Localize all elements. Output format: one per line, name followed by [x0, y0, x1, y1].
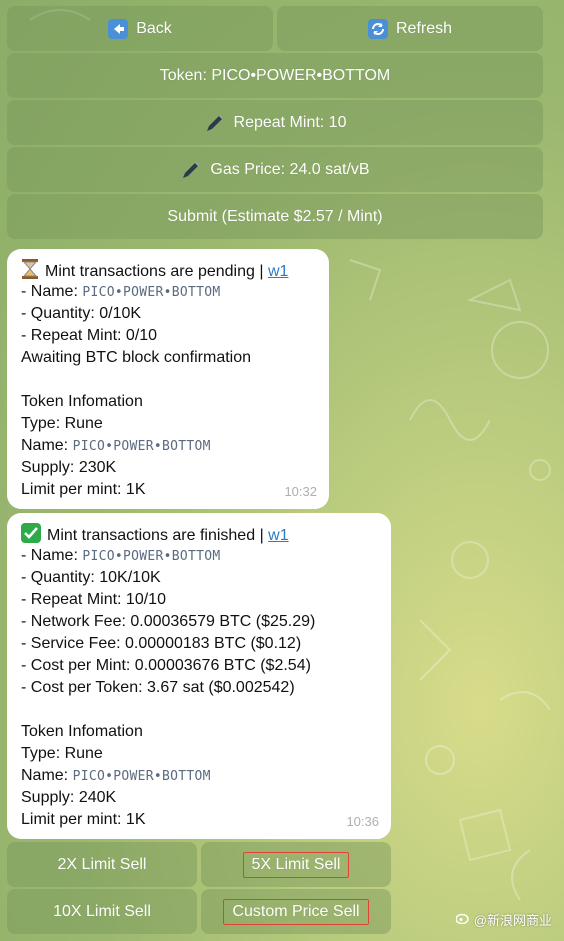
quantity-row: - Quantity: 0/10K [21, 305, 142, 322]
sell-10x-label: 10X Limit Sell [53, 902, 151, 920]
gas-price-button[interactable]: Gas Price: 24.0 sat/vB [7, 147, 543, 192]
token-name-code[interactable]: PICO•POWER•BOTTOM [82, 285, 220, 300]
sell-2x-button[interactable]: 2X Limit Sell [7, 842, 197, 887]
submit-label: Submit (Estimate $2.57 / Mint) [167, 207, 383, 225]
refresh-icon [367, 18, 388, 39]
watermark: @新浪网商业 [455, 910, 552, 929]
supply-row: Supply: 240K [21, 789, 117, 806]
weibo-logo-icon [455, 912, 470, 927]
info-header: Token Infomation [21, 723, 143, 740]
watermark-text: @新浪网商业 [473, 913, 552, 928]
limit-row: Limit per mint: 1K [21, 481, 146, 498]
token-name-code[interactable]: PICO•POWER•BOTTOM [73, 769, 211, 784]
back-label: Back [136, 19, 172, 37]
info-name-row: Name: PICO•POWER•BOTTOM [21, 767, 211, 784]
custom-price-sell-label: Custom Price Sell [223, 898, 369, 925]
info-header: Token Infomation [21, 393, 143, 410]
wallet-link[interactable]: w1 [268, 527, 288, 544]
wallet-link[interactable]: w1 [268, 263, 288, 280]
network-fee-row: - Network Fee: 0.00036579 BTC ($25.29) [21, 613, 316, 630]
quantity-row: - Quantity: 10K/10K [21, 569, 161, 586]
name-row: - Name: PICO•POWER•BOTTOM [21, 547, 221, 564]
back-button[interactable]: Back [7, 6, 273, 51]
sell-5x-button[interactable]: 5X Limit Sell [201, 842, 391, 887]
blank-row [21, 369, 315, 391]
supply-row: Supply: 230K [21, 459, 117, 476]
submit-button[interactable]: Submit (Estimate $2.57 / Mint) [7, 194, 543, 239]
pen-icon [204, 112, 226, 134]
token-name-code[interactable]: PICO•POWER•BOTTOM [82, 549, 220, 564]
refresh-button[interactable]: Refresh [277, 6, 543, 51]
cost-per-mint-row: - Cost per Mint: 0.00003676 BTC ($2.54) [21, 657, 311, 674]
pen-icon [180, 159, 202, 181]
sell-5x-label: 5X Limit Sell [242, 851, 350, 878]
cost-per-token-row: - Cost per Token: 3.67 sat ($0.002542) [21, 679, 295, 696]
back-arrow-icon [108, 18, 129, 39]
token-name-code[interactable]: PICO•POWER•BOTTOM [73, 439, 211, 454]
message-title: Mint transactions are pending | w1 [21, 259, 315, 281]
gas-price-label: Gas Price: 24.0 sat/vB [210, 160, 370, 178]
service-fee-row: - Service Fee: 0.00000183 BTC ($0.12) [21, 635, 302, 652]
refresh-label: Refresh [395, 19, 453, 37]
message-finished: Mint transactions are finished | w1 - Na… [7, 513, 391, 839]
repeat-mint-button[interactable]: Repeat Mint: 10 [7, 100, 543, 145]
sell-2x-label: 2X Limit Sell [57, 855, 147, 873]
name-row: - Name: PICO•POWER•BOTTOM [21, 283, 221, 300]
message-timestamp: 10:32 [284, 484, 317, 499]
info-name-row: Name: PICO•POWER•BOTTOM [21, 437, 211, 454]
message-pending: Mint transactions are pending | w1 - Nam… [7, 249, 329, 509]
repeat-mint-label: Repeat Mint: 10 [233, 113, 347, 131]
token-label: Token: PICO•POWER•BOTTOM [159, 66, 391, 84]
message-timestamp: 10:36 [346, 814, 379, 829]
repeat-mint-row: - Repeat Mint: 10/10 [21, 591, 166, 608]
status-row: Awaiting BTC block confirmation [21, 349, 252, 366]
type-row: Type: Rune [21, 745, 103, 762]
type-row: Type: Rune [21, 415, 103, 432]
blank-row [21, 699, 377, 721]
token-button[interactable]: Token: PICO•POWER•BOTTOM [7, 53, 543, 98]
custom-price-sell-button[interactable]: Custom Price Sell [201, 889, 391, 934]
limit-row: Limit per mint: 1K [21, 811, 146, 828]
sell-10x-button[interactable]: 10X Limit Sell [7, 889, 197, 934]
message-title: Mint transactions are finished | w1 [21, 523, 377, 545]
repeat-mint-row: - Repeat Mint: 0/10 [21, 327, 158, 344]
